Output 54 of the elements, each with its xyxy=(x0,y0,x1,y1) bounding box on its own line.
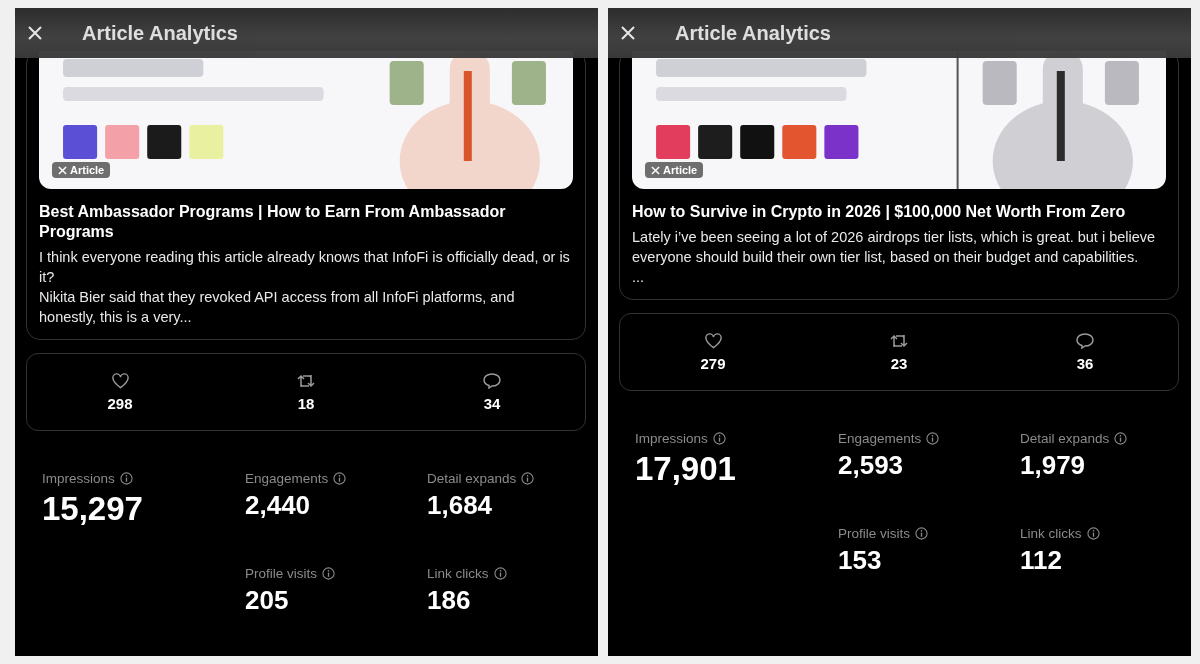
info-icon[interactable] xyxy=(712,432,726,445)
metric-value: 15,297 xyxy=(42,490,144,528)
engagement-count: 298 xyxy=(107,394,133,412)
article-title: How to Survive in Crypto in 2026 | $100,000 Net Worth From Zero xyxy=(632,202,1127,222)
heart-icon xyxy=(111,372,129,389)
metric-label: Profile visits xyxy=(245,566,317,581)
article-excerpt: Lately i’ve been seeing a lot of 2026 airdrops tier lists, which is great. but i believe everyone should build their own tier list, based on their budget and capabilities. xyxy=(632,228,1157,267)
metric-value: 17,901 xyxy=(635,450,737,488)
engagement-count: 279 xyxy=(700,354,726,372)
x-icon xyxy=(651,165,660,175)
article-excerpt: Nikita Bier said that they revoked API access from all InfoFi platforms, and honestly, this is a very... xyxy=(39,288,516,327)
heart-icon xyxy=(704,332,722,349)
info-icon[interactable] xyxy=(521,472,535,485)
metric-label: Link clicks xyxy=(427,566,489,581)
metric-label: Impressions xyxy=(42,471,115,486)
article-excerpt: I think everyone reading this article already knows that InfoFi is officially dead, or is it? xyxy=(39,248,571,287)
info-icon[interactable] xyxy=(1114,432,1128,445)
metric-value: 153 xyxy=(838,545,883,576)
metric-value: 1,684 xyxy=(427,490,494,521)
info-icon[interactable] xyxy=(926,432,940,445)
metric-label: Impressions xyxy=(635,431,708,446)
repost-icon xyxy=(890,332,908,349)
metric-label: Link clicks xyxy=(1020,526,1082,541)
metric-label: Profile visits xyxy=(838,526,910,541)
engagement-count: 23 xyxy=(890,354,908,372)
metric-label: Detail expands xyxy=(427,471,517,486)
metric-value: 2,440 xyxy=(245,490,312,521)
x-icon xyxy=(58,165,67,175)
article-excerpt: ... xyxy=(632,268,646,287)
badge-label: Article xyxy=(70,164,105,176)
repost-icon xyxy=(297,372,315,389)
info-icon[interactable] xyxy=(493,567,507,580)
engagement-count: 34 xyxy=(483,394,501,412)
speech-bubble-icon xyxy=(483,372,501,389)
metric-label: Detail expands xyxy=(1020,431,1110,446)
badge-label: Article xyxy=(663,164,698,176)
metric-value: 186 xyxy=(427,585,472,616)
info-icon[interactable] xyxy=(915,527,928,540)
metric-label: Engagements xyxy=(838,431,922,446)
window-title: Article Analytics xyxy=(82,21,238,45)
info-icon[interactable] xyxy=(322,567,335,580)
metric-label: Engagements xyxy=(245,471,329,486)
metric-value: 1,979 xyxy=(1020,450,1087,481)
engagement-count: 18 xyxy=(297,394,315,412)
info-icon[interactable] xyxy=(333,472,347,485)
window-title: Article Analytics xyxy=(675,21,831,45)
info-icon[interactable] xyxy=(119,472,133,485)
speech-bubble-icon xyxy=(1076,332,1094,349)
metric-value: 112 xyxy=(1020,545,1063,576)
metric-value: 2,593 xyxy=(838,450,905,481)
engagement-count: 36 xyxy=(1076,354,1094,372)
article-title: Best Ambassador Programs | How to Earn From Ambassador Programs xyxy=(39,202,507,242)
metric-value: 205 xyxy=(245,585,290,616)
info-icon[interactable] xyxy=(1086,527,1100,540)
